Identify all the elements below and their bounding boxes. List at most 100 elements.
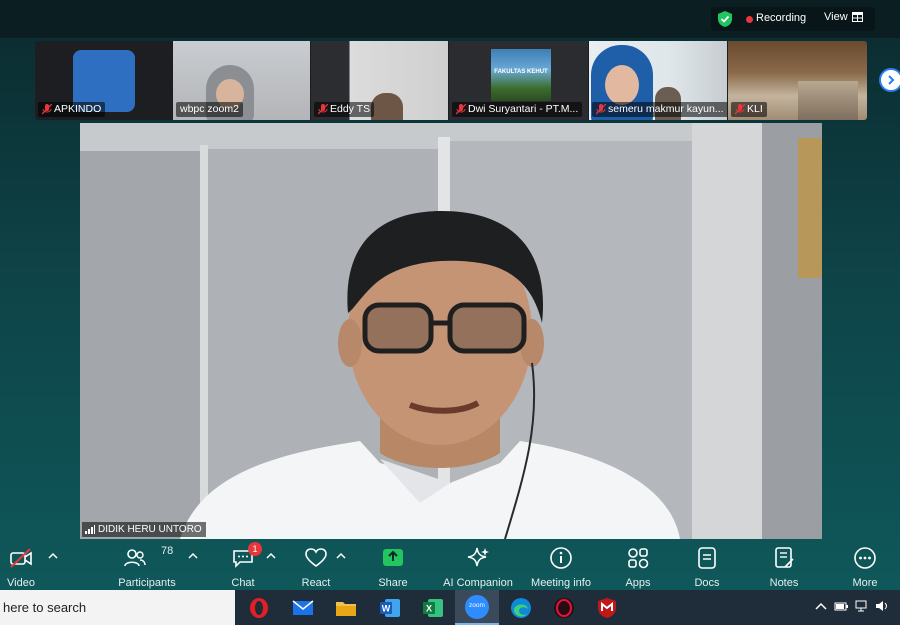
more-button[interactable]: More xyxy=(849,542,881,590)
heart-icon xyxy=(305,548,327,567)
muted-mic-icon xyxy=(735,104,745,115)
more-label: More xyxy=(852,577,878,589)
participant-tile-kli[interactable]: KLI xyxy=(728,41,867,120)
meeting-toolbar: Video 78 Participants 1 Chat React Share… xyxy=(0,542,900,590)
zoom-app-icon[interactable]: zoom xyxy=(455,590,499,625)
notes-icon xyxy=(775,547,794,568)
chevron-right-icon xyxy=(888,75,895,85)
participants-button[interactable]: 78 Participants xyxy=(116,542,178,590)
view-button[interactable]: View xyxy=(824,11,848,23)
chat-unread-badge: 1 xyxy=(248,542,262,556)
virtual-background-banner: FAKULTAS KEHUT xyxy=(491,49,551,101)
taskbar-search-input[interactable]: here to search xyxy=(0,590,235,625)
svg-text:W: W xyxy=(382,603,391,613)
chevron-up-icon[interactable] xyxy=(188,552,198,560)
participants-label: Participants xyxy=(118,577,176,589)
chat-icon-wrap: 1 xyxy=(231,542,262,570)
grid-view-icon[interactable] xyxy=(852,12,863,22)
participant-name-tag: KLI xyxy=(731,102,767,117)
speaker-video-frame xyxy=(80,123,822,539)
share-button[interactable]: Share xyxy=(377,542,409,590)
main-speaker-video[interactable]: DIDIK HERU UNTORO xyxy=(80,123,822,539)
meeting-info-label: Meeting info xyxy=(531,577,591,589)
muted-mic-icon xyxy=(456,104,466,115)
chevron-up-icon[interactable] xyxy=(814,599,828,613)
participant-face xyxy=(605,65,639,105)
more-dots-icon xyxy=(854,547,876,569)
participant-name: Eddy TS xyxy=(330,103,371,115)
signal-strength-icon xyxy=(85,525,95,534)
info-icon xyxy=(550,547,572,569)
react-label: React xyxy=(301,577,331,589)
participant-name: semeru makmur kayun... xyxy=(608,103,724,115)
meeting-info-button[interactable]: Meeting info xyxy=(528,542,594,590)
video-off-icon xyxy=(10,548,32,568)
participant-name: APKINDO xyxy=(54,103,102,115)
participant-strip: APKINDO wbpc zoom2 Eddy TS FAKULTAS KEHU… xyxy=(35,41,867,120)
room-audience xyxy=(798,81,858,120)
participant-face xyxy=(371,93,403,120)
excel-app-icon[interactable]: X xyxy=(411,590,455,625)
excel-icon: X xyxy=(423,598,443,617)
muted-mic-icon xyxy=(596,104,606,115)
battery-icon[interactable] xyxy=(834,599,848,613)
zoom-icon-label: zoom xyxy=(469,602,485,609)
chevron-up-icon[interactable] xyxy=(48,552,58,560)
opera-icon xyxy=(250,597,268,618)
sparkle-icon xyxy=(467,547,489,567)
chevron-up-icon[interactable] xyxy=(266,552,276,560)
mcafee-app-icon[interactable] xyxy=(585,590,629,625)
video-label: Video xyxy=(7,577,35,589)
opera-app-icon[interactable] xyxy=(237,590,281,625)
participant-name-tag: wbpc zoom2 xyxy=(176,102,243,117)
participant-tile-wbpc[interactable]: wbpc zoom2 xyxy=(173,41,310,120)
chevron-up-icon[interactable] xyxy=(336,552,346,560)
participant-name: Dwi Suryantari - PT.M... xyxy=(468,103,579,115)
notes-label: Notes xyxy=(769,577,799,589)
opera-gx-app-icon[interactable] xyxy=(542,590,586,625)
docs-label: Docs xyxy=(694,577,720,589)
participant-name: KLI xyxy=(747,103,763,115)
participant-name: wbpc zoom2 xyxy=(180,103,239,115)
chat-button[interactable]: 1 Chat xyxy=(228,542,262,590)
chat-label: Chat xyxy=(231,577,255,589)
apps-label: Apps xyxy=(625,577,651,589)
next-page-button[interactable] xyxy=(879,68,900,92)
edge-icon xyxy=(511,597,531,618)
top-status-bar: Recording View xyxy=(0,0,900,38)
recording-label[interactable]: Recording xyxy=(756,12,806,24)
svg-text:X: X xyxy=(426,603,432,613)
speaker-name: DIDIK HERU UNTORO xyxy=(98,524,202,535)
participant-tile-dwi[interactable]: FAKULTAS KEHUT Dwi Suryantari - PT.M... xyxy=(449,41,588,120)
participant-tile-apkindo[interactable]: APKINDO xyxy=(35,41,172,120)
word-app-icon[interactable]: W xyxy=(368,590,412,625)
participant-tile-eddy[interactable]: Eddy TS xyxy=(311,41,448,120)
apps-icon xyxy=(628,548,649,569)
docs-button[interactable]: Docs xyxy=(691,542,723,590)
windows-taskbar: here to search W X zoom xyxy=(0,590,900,625)
muted-mic-icon xyxy=(42,104,52,115)
mcafee-shield-icon xyxy=(598,597,616,618)
apps-button[interactable]: Apps xyxy=(622,542,654,590)
file-explorer-app-icon[interactable] xyxy=(324,590,368,625)
react-button[interactable]: React xyxy=(300,542,332,590)
network-icon[interactable] xyxy=(855,599,869,613)
ai-companion-label: AI Companion xyxy=(443,577,513,589)
video-button[interactable]: Video xyxy=(4,542,38,590)
participant-count: 78 xyxy=(161,545,174,557)
participant-name-tag: Eddy TS xyxy=(314,102,375,117)
recording-view-group: Recording View xyxy=(711,7,875,31)
muted-mic-icon xyxy=(318,104,328,115)
banner-text: FAKULTAS KEHUT xyxy=(494,69,548,75)
share-label: Share xyxy=(378,577,408,589)
speaker-volume-icon[interactable] xyxy=(875,599,889,613)
mail-icon xyxy=(292,599,314,615)
mail-app-icon[interactable] xyxy=(281,590,325,625)
edge-app-icon[interactable] xyxy=(499,590,543,625)
participant-tile-semeru[interactable]: semeru makmur kayun... xyxy=(589,41,727,120)
security-shield-icon[interactable] xyxy=(717,10,733,28)
ai-companion-button[interactable]: AI Companion xyxy=(442,542,514,590)
notes-button[interactable]: Notes xyxy=(767,542,801,590)
speaker-name-tag: DIDIK HERU UNTORO xyxy=(82,522,206,537)
participants-icon xyxy=(124,549,146,567)
